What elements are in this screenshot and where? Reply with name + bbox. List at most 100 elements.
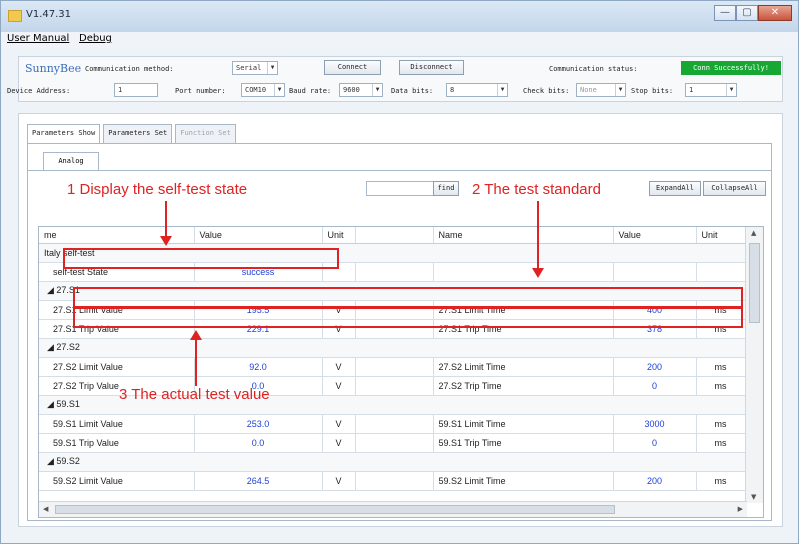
device-address-input[interactable]: 1 <box>114 83 158 97</box>
column-header[interactable]: Unit <box>322 227 356 244</box>
data-bits-select[interactable]: 8 ▼ <box>446 83 508 97</box>
row-value: 92.0 <box>194 357 323 377</box>
row-unit: V <box>322 376 356 396</box>
row-unit-2: ms <box>696 471 746 491</box>
column-header[interactable] <box>355 227 434 244</box>
check-bits-select[interactable]: None ▼ <box>576 83 626 97</box>
horizontal-scrollbar[interactable]: ◀ ▶ <box>39 501 747 517</box>
minimize-button[interactable]: — <box>714 5 736 21</box>
comm-method-label: Communication method: <box>85 65 174 73</box>
dropdown-arrow-icon: ▼ <box>497 84 507 96</box>
highlight-limit-row <box>73 287 743 308</box>
tab-parameters-set[interactable]: Parameters Set <box>103 124 173 143</box>
comm-method-select[interactable]: Serial ▼ <box>232 61 278 75</box>
row-value: 0.0 <box>194 433 323 453</box>
table-header: me Value Unit Name Value Unit <box>39 227 746 244</box>
dropdown-arrow-icon: ▼ <box>726 84 736 96</box>
check-bits-label: Check bits: <box>523 87 570 95</box>
scroll-left-icon[interactable]: ◀ <box>43 505 48 513</box>
arrow-line <box>537 201 539 269</box>
vertical-scrollbar[interactable]: ▲ ▼ <box>745 227 763 503</box>
row-name-2: 27.S2 Limit Time <box>433 357 614 377</box>
collapse-toggle-icon[interactable]: ◢ <box>47 456 56 466</box>
row-unit: V <box>322 357 356 377</box>
highlight-self-test-state <box>63 248 339 269</box>
data-bits-value: 8 <box>450 86 455 94</box>
stop-bits-value: 1 <box>689 86 694 94</box>
collapse-toggle-icon[interactable]: ◢ <box>47 342 56 352</box>
scrollbar-thumb[interactable] <box>749 243 760 323</box>
dropdown-arrow-icon: ▼ <box>615 84 625 96</box>
row-unit: V <box>322 471 356 491</box>
baud-rate-value: 9600 <box>343 86 360 94</box>
baud-rate-label: Baud rate: <box>289 87 332 95</box>
status-strip <box>1 531 798 543</box>
menu-user-manual[interactable]: User Manual <box>7 33 69 44</box>
port-number-select[interactable]: COM10 ▼ <box>241 83 285 97</box>
comm-status-label: Communication status: <box>549 65 638 73</box>
app-window: V1.47.31 — ▢ ✕ User Manual Debug SunnyBe… <box>0 0 799 544</box>
dropdown-arrow-icon: ▼ <box>267 62 277 74</box>
collapse-toggle-icon[interactable]: ◢ <box>47 285 56 295</box>
row-value: 264.5 <box>194 471 323 491</box>
arrow-head-icon <box>532 268 544 278</box>
stop-bits-select[interactable]: 1 ▼ <box>685 83 737 97</box>
maximize-button[interactable]: ▢ <box>736 5 758 21</box>
table-row[interactable]: 59.S1 Limit Value 253.0 V 59.S1 Limit Ti… <box>39 414 746 434</box>
row-name: 59.S2 Limit Value <box>39 471 195 491</box>
column-header[interactable]: Value <box>613 227 697 244</box>
row-name-2: 59.S1 Limit Time <box>433 414 614 434</box>
collapse-toggle-icon[interactable]: ◢ <box>47 399 56 409</box>
find-button[interactable]: find <box>433 181 459 196</box>
connect-button[interactable]: Connect <box>324 60 381 75</box>
stop-bits-label: Stop bits: <box>631 87 674 95</box>
table-row[interactable]: 27.S2 Limit Value 92.0 V 27.S2 Limit Tim… <box>39 357 746 377</box>
data-bits-label: Data bits: <box>391 87 434 95</box>
tab-analog[interactable]: Analog <box>43 152 99 171</box>
tab-parameters-show[interactable]: Parameters Show <box>27 124 101 143</box>
window-controls: — ▢ ✕ <box>714 5 792 21</box>
group-title: 59.S1 <box>56 399 80 409</box>
row-unit: V <box>322 414 356 434</box>
table-row[interactable]: 59.S1 Trip Value 0.0 V 59.S1 Trip Time 0… <box>39 433 746 453</box>
folder-icon <box>8 10 22 22</box>
parameters-show-panel: Analog find ExpandAll CollapseAll me Val… <box>27 143 772 521</box>
scrollbar-thumb[interactable] <box>55 505 615 514</box>
device-address-label: Device Address: <box>7 87 71 95</box>
row-unit: V <box>322 433 356 453</box>
scroll-right-icon[interactable]: ▶ <box>738 505 743 513</box>
expand-all-button[interactable]: ExpandAll <box>649 181 701 196</box>
row-name-2: 27.S2 Trip Time <box>433 376 614 396</box>
main-tabs: Parameters Show Parameters Set Function … <box>27 124 239 143</box>
column-header[interactable]: Value <box>194 227 323 244</box>
scroll-up-icon[interactable]: ▲ <box>751 229 756 237</box>
dropdown-arrow-icon: ▼ <box>274 84 284 96</box>
window-title: V1.47.31 <box>26 9 72 20</box>
arrow-line <box>165 201 167 237</box>
row-unit-2: ms <box>696 414 746 434</box>
column-header[interactable]: Unit <box>696 227 746 244</box>
port-number-label: Port number: <box>175 87 226 95</box>
scroll-down-icon[interactable]: ▼ <box>751 493 756 501</box>
collapse-all-button[interactable]: CollapseAll <box>703 181 766 196</box>
group-row[interactable]: ◢ 59.S2 <box>39 452 746 472</box>
dropdown-arrow-icon: ▼ <box>372 84 382 96</box>
close-button[interactable]: ✕ <box>758 5 792 21</box>
connection-panel: SunnyBee Communication method: Serial ▼ C… <box>7 56 783 102</box>
row-value-2: 3000 <box>613 414 697 434</box>
column-header[interactable]: Name <box>433 227 614 244</box>
arrow-head-icon <box>190 330 202 340</box>
tab-function-set[interactable]: Function Set <box>175 124 236 143</box>
row-name: 59.S1 Limit Value <box>39 414 195 434</box>
baud-rate-select[interactable]: 9600 ▼ <box>339 83 383 97</box>
disconnect-button[interactable]: Disconnect <box>399 60 464 75</box>
row-name: 27.S2 Limit Value <box>39 357 195 377</box>
menu-debug[interactable]: Debug <box>79 33 112 44</box>
divider <box>28 170 771 171</box>
group-row[interactable]: ◢ 27.S2 <box>39 338 746 358</box>
row-unit-2: ms <box>696 433 746 453</box>
brand-logo: SunnyBee <box>25 62 82 75</box>
row-unit-2: ms <box>696 376 746 396</box>
arrow-head-icon <box>160 236 172 246</box>
table-row[interactable]: 59.S2 Limit Value 264.5 V 59.S2 Limit Ti… <box>39 471 746 491</box>
